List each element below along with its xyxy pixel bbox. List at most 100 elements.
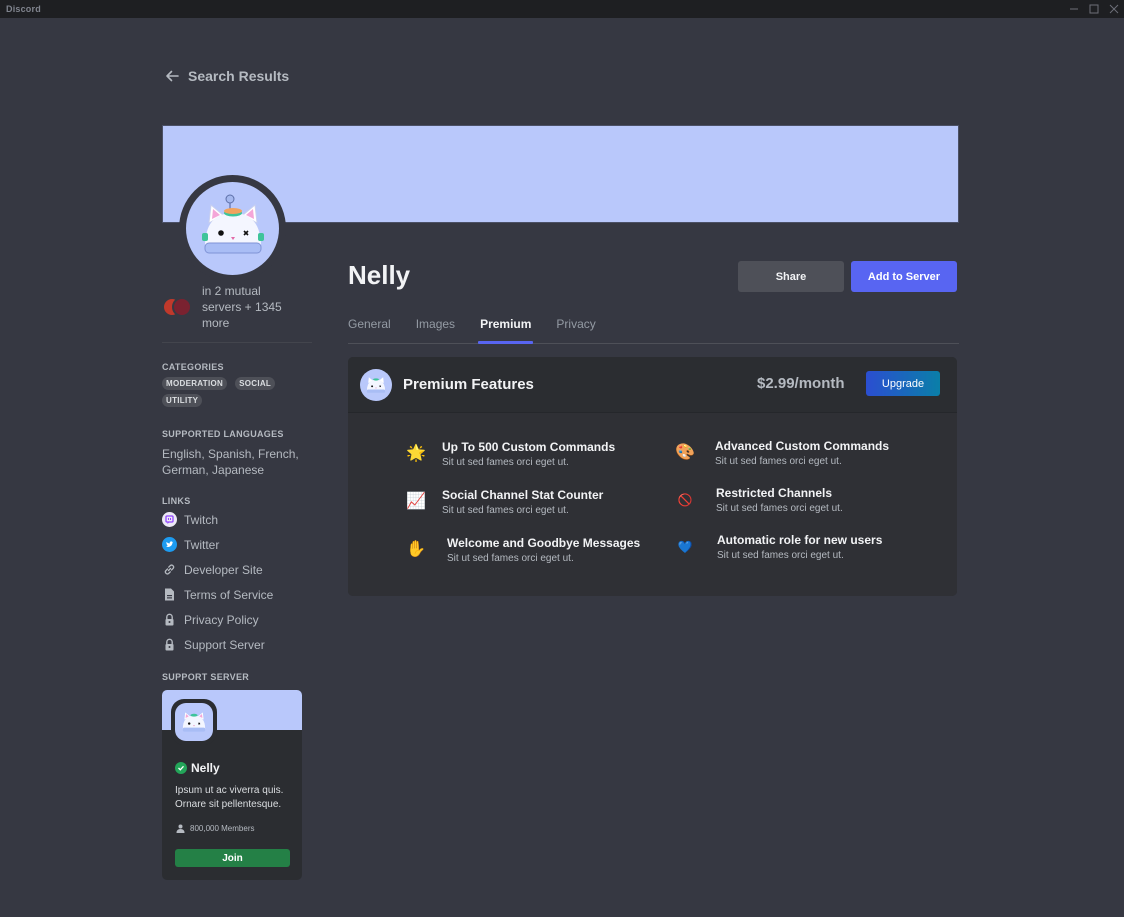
document-icon [162, 587, 177, 602]
member-count: 800,000 Members [190, 824, 255, 833]
prohibited-icon: 🚫 [677, 493, 693, 507]
tab-privacy[interactable]: Privacy [556, 314, 595, 343]
add-to-server-button[interactable]: Add to Server [851, 261, 957, 292]
category-tag[interactable]: SOCIAL [235, 377, 276, 390]
feature-description: Sit ut sed fames orci eget ut. [715, 456, 842, 467]
minimize-button[interactable] [1064, 0, 1084, 18]
link-privacy-policy[interactable]: Privacy Policy [162, 611, 273, 628]
feature-title: Up To 500 Custom Commands [442, 440, 616, 454]
verified-check-icon [175, 762, 187, 774]
link-twitter[interactable]: Twitter [162, 536, 273, 553]
glowing-star-icon: 🌟 [406, 445, 426, 462]
twitch-icon [162, 512, 177, 527]
category-tag[interactable]: MODERATION [162, 377, 228, 390]
links-title: LINKS [162, 496, 191, 506]
link-icon [162, 562, 177, 577]
mutual-server-icon [172, 297, 192, 317]
feature-title: Social Channel Stat Counter [442, 488, 604, 502]
feature-description: Sit ut sed fames orci eget ut. [442, 457, 569, 468]
sidebar-divider [162, 342, 312, 343]
feature-item: 📈 Social Channel Stat Counter Sit ut sed… [406, 488, 603, 518]
join-button[interactable]: Join [175, 849, 290, 867]
category-tags: MODERATION SOCIAL UTILITY [162, 377, 302, 407]
languages-title: SUPPORTED LANGUAGES [162, 429, 284, 439]
links-list: Twitch Twitter Developer Site Terms of S… [162, 511, 273, 653]
feature-item: 💙 Automatic role for new users Sit ut se… [675, 533, 883, 563]
tab-premium[interactable]: Premium [478, 314, 534, 344]
support-server-card: Nelly Ipsum ut ac viverra quis. Ornare s… [162, 690, 302, 880]
back-to-search-results[interactable]: Search Results [164, 68, 289, 84]
link-developer-site[interactable]: Developer Site [162, 561, 273, 578]
upgrade-button[interactable]: Upgrade [866, 371, 940, 396]
link-label: Terms of Service [184, 587, 274, 602]
mutual-server-icons [162, 297, 194, 317]
feature-description: Sit ut sed fames orci eget ut. [442, 505, 569, 516]
premium-features-card: Premium Features $2.99/month Upgrade 🌟 U… [348, 357, 957, 596]
link-terms-of-service[interactable]: Terms of Service [162, 586, 273, 603]
feature-item: 🌟 Up To 500 Custom Commands Sit ut sed f… [406, 440, 615, 470]
support-server-name-text: Nelly [191, 761, 220, 775]
categories-title: CATEGORIES [162, 362, 224, 372]
window-controls [1064, 0, 1124, 18]
chart-increasing-icon: 📈 [406, 493, 426, 510]
premium-bot-icon [360, 368, 392, 401]
tab-general[interactable]: General [348, 314, 391, 343]
feature-description: Sit ut sed fames orci eget ut. [716, 503, 843, 514]
link-label: Developer Site [184, 562, 263, 577]
feature-description: Sit ut sed fames orci eget ut. [447, 553, 574, 564]
close-button[interactable] [1104, 0, 1124, 18]
app-name: Discord [6, 4, 41, 14]
mutual-servers-text: in 2 mutual servers + 1345 more [202, 284, 282, 330]
cat-robot-icon [201, 194, 264, 253]
palette-icon: 🎨 [675, 444, 695, 461]
support-server-icon-frame [171, 699, 217, 745]
link-support-server[interactable]: Support Server [162, 636, 273, 653]
close-icon [1109, 4, 1119, 14]
premium-title: Premium Features [403, 376, 534, 393]
link-twitch[interactable]: Twitch [162, 511, 273, 528]
link-label: Twitch [184, 512, 219, 527]
maximize-button[interactable] [1084, 0, 1104, 18]
blue-heart-icon: 💙 [677, 540, 693, 554]
link-label: Twitter [184, 537, 220, 552]
feature-title: Automatic role for new users [717, 533, 883, 547]
premium-features-list: 🌟 Up To 500 Custom Commands Sit ut sed f… [348, 413, 957, 596]
feature-title: Advanced Custom Commands [715, 439, 890, 453]
feature-item: 🚫 Restricted Channels Sit ut sed fames o… [675, 486, 843, 516]
feature-item: 🎨 Advanced Custom Commands Sit ut sed fa… [675, 439, 889, 469]
title-bar: Discord [0, 0, 1124, 18]
cat-robot-icon [366, 376, 386, 393]
premium-price: $2.99/month [757, 375, 845, 392]
link-label: Privacy Policy [184, 612, 259, 627]
cat-robot-icon [182, 712, 206, 732]
twitter-icon [162, 537, 177, 552]
arrow-left-icon [166, 70, 179, 82]
category-tag[interactable]: UTILITY [162, 394, 203, 407]
person-icon [176, 824, 185, 833]
back-link-label: Search Results [188, 68, 290, 84]
bot-avatar-frame [179, 175, 286, 282]
feature-item: ✋ Welcome and Goodbye Messages Sit ut se… [406, 536, 640, 566]
raised-hand-icon: ✋ [406, 541, 426, 558]
support-server-icon [175, 703, 213, 741]
feature-title: Welcome and Goodbye Messages [447, 536, 641, 550]
link-label: Support Server [184, 637, 265, 652]
support-server-members: 800,000 Members [176, 824, 254, 833]
bot-name: Nelly [348, 260, 411, 290]
maximize-icon [1089, 4, 1099, 14]
bot-avatar [186, 182, 279, 275]
support-server-description: Ipsum ut ac viverra quis. Ornare sit pel… [175, 785, 284, 810]
lock-icon [162, 637, 177, 652]
feature-title: Restricted Channels [716, 486, 833, 500]
support-server-title: SUPPORT SERVER [162, 672, 250, 682]
share-button[interactable]: Share [738, 261, 844, 292]
lock-icon [162, 612, 177, 627]
minimize-icon [1070, 8, 1078, 10]
premium-header: Premium Features $2.99/month Upgrade [348, 357, 957, 413]
support-server-name: Nelly [175, 761, 220, 775]
tab-images[interactable]: Images [416, 314, 455, 343]
languages-list: English, Spanish, French, German, Japane… [162, 447, 299, 477]
profile-tabs: General Images Premium Privacy [348, 314, 959, 344]
mutual-servers[interactable]: in 2 mutual servers + 1345 more [162, 283, 292, 331]
feature-description: Sit ut sed fames orci eget ut. [717, 550, 844, 561]
